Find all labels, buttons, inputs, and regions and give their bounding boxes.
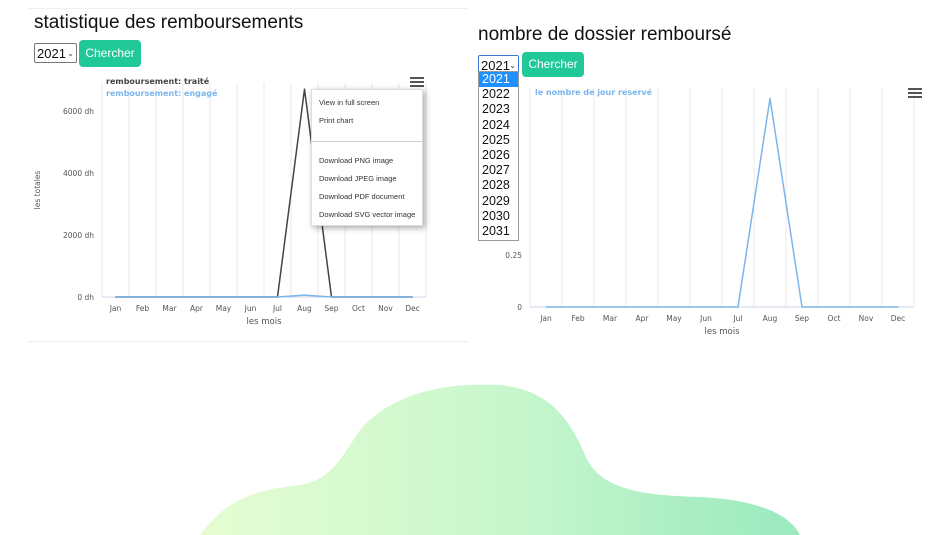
data-point — [303, 294, 306, 296]
x-tick-label: Aug — [297, 304, 312, 313]
legend-item: remboursement: engagé — [106, 88, 218, 98]
data-point — [705, 306, 707, 308]
y-tick-label: 6000 dh — [63, 107, 94, 116]
reimbursement-stats-panel: statistique des remboursements 2021 ⌄ Che… — [28, 8, 468, 342]
menu-item-download-svg[interactable]: Download SVG vector image — [319, 210, 415, 219]
data-point — [737, 306, 739, 308]
x-tick-label: Jan — [109, 304, 122, 313]
menu-item-fullscreen[interactable]: View in full screen — [319, 98, 379, 107]
x-tick-label: Nov — [378, 304, 393, 313]
x-axis-title: les mois — [247, 317, 283, 327]
year-option[interactable]: 2028 — [479, 178, 518, 193]
year-option[interactable]: 2026 — [479, 148, 518, 163]
data-point — [357, 296, 360, 298]
data-point — [330, 296, 333, 298]
x-tick-label: Dec — [891, 314, 906, 323]
x-tick-label: Sep — [324, 304, 338, 313]
search-button[interactable]: Chercher — [79, 40, 141, 67]
data-point — [609, 306, 611, 308]
data-point — [141, 296, 144, 298]
data-point — [897, 306, 899, 308]
data-point — [222, 296, 225, 298]
data-point — [801, 306, 803, 308]
legend-item: remboursement: traité — [106, 76, 210, 86]
data-point — [384, 296, 387, 298]
year-option[interactable]: 2025 — [479, 133, 518, 148]
x-tick-label: Jan — [539, 314, 552, 323]
x-tick-label: Feb — [571, 314, 585, 323]
data-point — [865, 306, 867, 308]
x-tick-label: Nov — [859, 314, 874, 323]
year-option[interactable]: 2023 — [479, 102, 518, 117]
reimbursed-files-chart: Jan Feb Mar Apr May Jun Jul Aug Sep Oct Nov Dec 0 0.2… — [505, 87, 915, 337]
data-point — [168, 296, 171, 298]
year-option[interactable]: 2029 — [479, 194, 518, 209]
x-tick-label: May — [216, 304, 232, 313]
x-tick-label: Mar — [603, 314, 618, 323]
menu-item-download-jpeg[interactable]: Download JPEG image — [319, 174, 397, 183]
year-option[interactable]: 2027 — [479, 163, 518, 178]
chart-context-menu: View in full screen Print chart Download… — [311, 89, 423, 226]
search-button[interactable]: Chercher — [522, 52, 584, 77]
year-option[interactable]: 2024 — [479, 118, 518, 133]
x-tick-label: Apr — [636, 314, 650, 323]
panel-title: statistique des remboursements — [34, 12, 304, 33]
x-tick-label: Jul — [732, 314, 742, 323]
x-tick-label: Dec — [405, 304, 420, 313]
data-point — [249, 296, 252, 298]
chevron-down-icon: ⌄ — [67, 49, 74, 58]
year-option[interactable]: 2030 — [479, 209, 518, 224]
data-point — [769, 97, 771, 100]
chart-menu-icon[interactable] — [908, 88, 922, 99]
year-option[interactable]: 2021 — [479, 72, 518, 88]
x-tick-label: Feb — [136, 304, 150, 313]
data-point — [411, 296, 414, 298]
data-point — [303, 88, 306, 90]
x-tick-label: Sep — [795, 314, 809, 323]
menu-item-download-pdf[interactable]: Download PDF document — [319, 192, 404, 201]
legend-item: le nombre de jour reservé — [535, 87, 653, 97]
x-tick-label: Aug — [763, 314, 778, 323]
data-point — [195, 296, 198, 298]
data-point — [577, 306, 579, 308]
y-tick-label: 2000 dh — [63, 231, 94, 240]
data-point — [833, 306, 835, 308]
x-tick-label: Jun — [244, 304, 257, 313]
x-tick-label: Jul — [272, 304, 282, 313]
year-option[interactable]: 2031 — [479, 224, 518, 239]
x-tick-label: Oct — [352, 304, 365, 313]
data-point — [545, 306, 547, 308]
year-select[interactable]: 2021 ⌄ — [34, 43, 77, 63]
data-point — [641, 306, 643, 308]
x-tick-label: Mar — [162, 304, 177, 313]
menu-divider — [312, 141, 422, 142]
y-axis-title: les totales — [33, 171, 42, 210]
x-tick-label: Apr — [190, 304, 204, 313]
data-point — [114, 296, 117, 298]
reimbursed-files-panel: nombre de dossier remboursé Jan Feb Mar Apr… — [472, 22, 942, 352]
y-tick-label: 4000 dh — [63, 169, 94, 178]
x-tick-label: Jun — [699, 314, 712, 323]
menu-item-print[interactable]: Print chart — [319, 116, 353, 125]
year-dropdown-list: 2021 2022 2023 2024 2025 2026 2027 2028 2029 2030… — [478, 71, 519, 241]
year-select-value: 2021 — [37, 46, 66, 61]
x-axis-title: les mois — [705, 327, 741, 337]
y-tick-label: 0 dh — [77, 293, 94, 302]
chart-menu-icon[interactable] — [410, 77, 424, 88]
x-tick-label: May — [666, 314, 682, 323]
menu-item-download-png[interactable]: Download PNG image — [319, 156, 393, 165]
data-point — [673, 306, 675, 308]
panel-title: nombre de dossier remboursé — [478, 24, 732, 45]
x-tick-label: Oct — [828, 314, 841, 323]
year-option[interactable]: 2022 — [479, 87, 518, 102]
data-point — [276, 296, 279, 298]
y-tick-label: 0.25 — [505, 251, 522, 260]
y-tick-label: 0 — [517, 303, 522, 312]
